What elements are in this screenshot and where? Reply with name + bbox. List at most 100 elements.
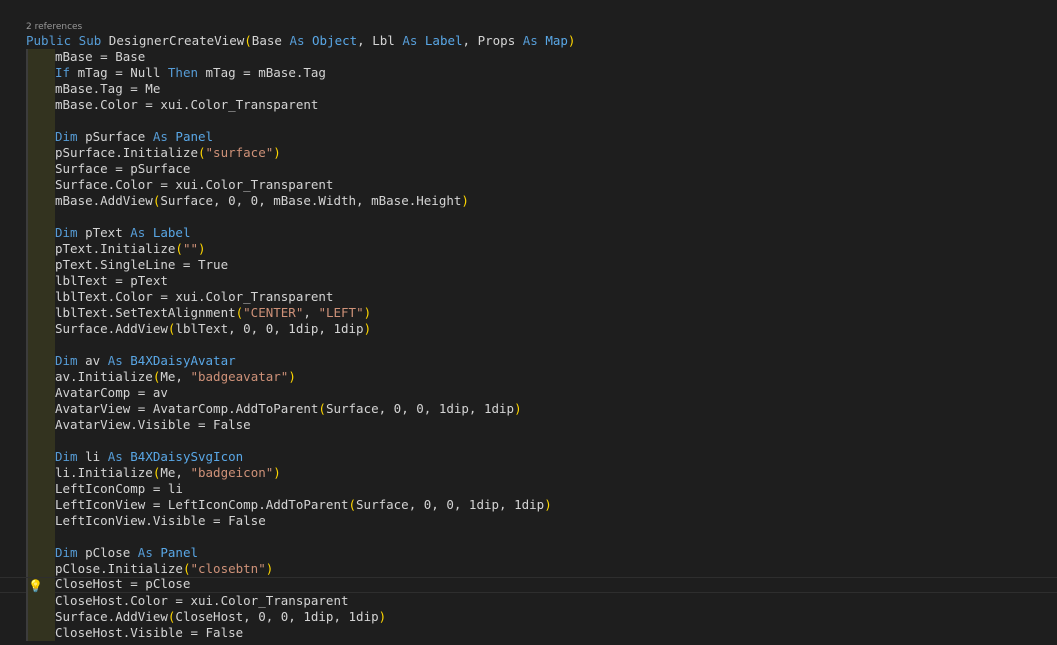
- code-line[interactable]: Dim pText As Label: [0, 225, 1057, 241]
- code-token: li: [85, 449, 108, 464]
- indent-highlight: [28, 609, 55, 625]
- code-token: As: [137, 545, 161, 560]
- indent-highlight: [28, 81, 55, 97]
- indent-highlight: [28, 193, 55, 209]
- code-token: Then: [167, 65, 206, 80]
- code-line[interactable]: Public Sub DesignerCreateView(Base As Ob…: [0, 33, 1057, 49]
- indent-highlight: [28, 65, 55, 81]
- code-line[interactable]: mBase.Color = xui.Color_Transparent: [0, 97, 1057, 113]
- code-text: CloseHost.Visible = False: [55, 625, 243, 641]
- code-line[interactable]: If mTag = Null Then mTag = mBase.Tag: [0, 65, 1057, 81]
- code-token: pText.Initialize: [55, 241, 176, 256]
- code-token: pSurface.Initialize: [55, 145, 198, 160]
- code-token: As: [107, 353, 131, 368]
- code-token: "CENTER": [243, 305, 304, 320]
- code-text: Surface.AddView(lblText, 0, 0, 1dip, 1di…: [55, 321, 371, 337]
- code-token: "badgeicon": [190, 465, 274, 480]
- indent-highlight: [28, 481, 55, 497]
- code-token: If: [55, 65, 78, 80]
- code-token: mBase.Color = xui.Color_Transparent: [55, 97, 319, 112]
- lightbulb-icon[interactable]: 💡: [28, 579, 43, 593]
- code-token: AvatarComp = av: [55, 385, 168, 400]
- code-token: ): [567, 33, 576, 48]
- code-line[interactable]: Surface.Color = xui.Color_Transparent: [0, 177, 1057, 193]
- code-line[interactable]: pText.Initialize(""): [0, 241, 1057, 257]
- code-token: mTag = Null: [77, 65, 168, 80]
- code-token: ): [514, 401, 522, 416]
- code-token: Map: [545, 33, 568, 48]
- code-token: CloseHost = pClose: [55, 576, 191, 591]
- code-line[interactable]: AvatarView = AvatarComp.AddToParent(Surf…: [0, 401, 1057, 417]
- code-token: Dim: [55, 129, 86, 144]
- indent-highlight: [28, 433, 55, 449]
- code-line[interactable]: av.Initialize(Me, "badgeavatar"): [0, 369, 1057, 385]
- code-token: B4XDaisyAvatar: [130, 353, 236, 368]
- code-line[interactable]: Surface.AddView(CloseHost, 0, 0, 1dip, 1…: [0, 609, 1057, 625]
- code-token: , Lbl: [357, 33, 403, 48]
- code-line[interactable]: mBase.AddView(Surface, 0, 0, mBase.Width…: [0, 193, 1057, 209]
- code-line[interactable]: AvatarComp = av: [0, 385, 1057, 401]
- code-line[interactable]: CloseHost.Color = xui.Color_Transparent: [0, 593, 1057, 609]
- code-line[interactable]: mBase = Base: [0, 49, 1057, 65]
- code-line[interactable]: Dim pClose As Panel: [0, 545, 1057, 561]
- indent-highlight: [28, 209, 55, 225]
- code-text: lblText.SetTextAlignment("CENTER", "LEFT…: [55, 305, 371, 321]
- indent-highlight: [28, 145, 55, 161]
- code-line[interactable]: lblText = pText: [0, 273, 1057, 289]
- code-line[interactable]: LeftIconView = LeftIconComp.AddToParent(…: [0, 497, 1057, 513]
- code-token: LeftIconView = LeftIconComp.AddToParent: [55, 497, 349, 512]
- code-line[interactable]: AvatarView.Visible = False: [0, 417, 1057, 433]
- code-line[interactable]: [0, 529, 1057, 545]
- code-token: (: [175, 241, 183, 256]
- code-token: pSurface: [85, 129, 153, 144]
- codelens-references[interactable]: 2 references: [26, 21, 82, 33]
- code-text: lblText.Color = xui.Color_Transparent: [55, 289, 333, 305]
- code-line[interactable]: pText.SingleLine = True: [0, 257, 1057, 273]
- code-token: CloseHost.Visible = False: [55, 625, 244, 640]
- code-line[interactable]: [0, 337, 1057, 353]
- code-line[interactable]: [0, 209, 1057, 225]
- code-line[interactable]: li.Initialize(Me, "badgeicon"): [0, 465, 1057, 481]
- code-token: ): [198, 241, 206, 256]
- code-token: CloseHost, 0, 0, 1dip, 1dip: [175, 609, 379, 624]
- code-token: Dim: [55, 545, 86, 560]
- code-token: av.Initialize: [55, 369, 153, 384]
- code-token: Object: [312, 33, 358, 48]
- code-line[interactable]: mBase.Tag = Me: [0, 81, 1057, 97]
- code-line[interactable]: Dim pSurface As Panel: [0, 129, 1057, 145]
- code-line[interactable]: Surface = pSurface: [0, 161, 1057, 177]
- code-token: lblText.Color = xui.Color_Transparent: [55, 289, 334, 304]
- code-line[interactable]: CloseHost = pClose 💡: [0, 576, 1057, 594]
- code-text: pText.SingleLine = True: [55, 257, 228, 273]
- indent-highlight: [28, 113, 55, 129]
- code-line[interactable]: Dim li As B4XDaisySvgIcon: [0, 449, 1057, 465]
- code-text: Surface.AddView(CloseHost, 0, 0, 1dip, 1…: [55, 609, 386, 625]
- code-token: Surface.AddView: [55, 321, 168, 336]
- code-text: pClose.Initialize("closebtn"): [55, 561, 273, 577]
- code-text: mBase.Tag = Me: [55, 81, 160, 97]
- code-line[interactable]: lblText.Color = xui.Color_Transparent: [0, 289, 1057, 305]
- code-line[interactable]: pSurface.Initialize("surface"): [0, 145, 1057, 161]
- code-line[interactable]: Surface.AddView(lblText, 0, 0, 1dip, 1di…: [0, 321, 1057, 337]
- indent-highlight: [28, 177, 55, 193]
- indent-highlight: [28, 401, 55, 417]
- code-line[interactable]: LeftIconView.Visible = False: [0, 513, 1057, 529]
- code-token: pClose.Initialize: [55, 561, 183, 576]
- code-line[interactable]: [0, 433, 1057, 449]
- indent-highlight: [28, 305, 55, 321]
- code-line[interactable]: pClose.Initialize("closebtn"): [0, 561, 1057, 577]
- code-line[interactable]: lblText.SetTextAlignment("CENTER", "LEFT…: [0, 305, 1057, 321]
- code-token: B4XDaisySvgIcon: [130, 449, 244, 464]
- code-line[interactable]: Dim av As B4XDaisyAvatar: [0, 353, 1057, 369]
- code-token: Public Sub: [26, 33, 109, 48]
- code-token: As: [289, 33, 313, 48]
- code-editor[interactable]: 2 references Public Sub DesignerCreateVi…: [0, 0, 1057, 645]
- code-token: Surface, 0, 0, mBase.Width, mBase.Height: [160, 193, 462, 208]
- code-line[interactable]: LeftIconComp = li: [0, 481, 1057, 497]
- code-token: lblText = pText: [55, 273, 168, 288]
- code-text: AvatarView = AvatarComp.AddToParent(Surf…: [55, 401, 522, 417]
- indent-highlight: [28, 417, 55, 433]
- code-line[interactable]: CloseHost.Visible = False: [0, 625, 1057, 641]
- code-token: ): [363, 321, 372, 336]
- code-line[interactable]: [0, 113, 1057, 129]
